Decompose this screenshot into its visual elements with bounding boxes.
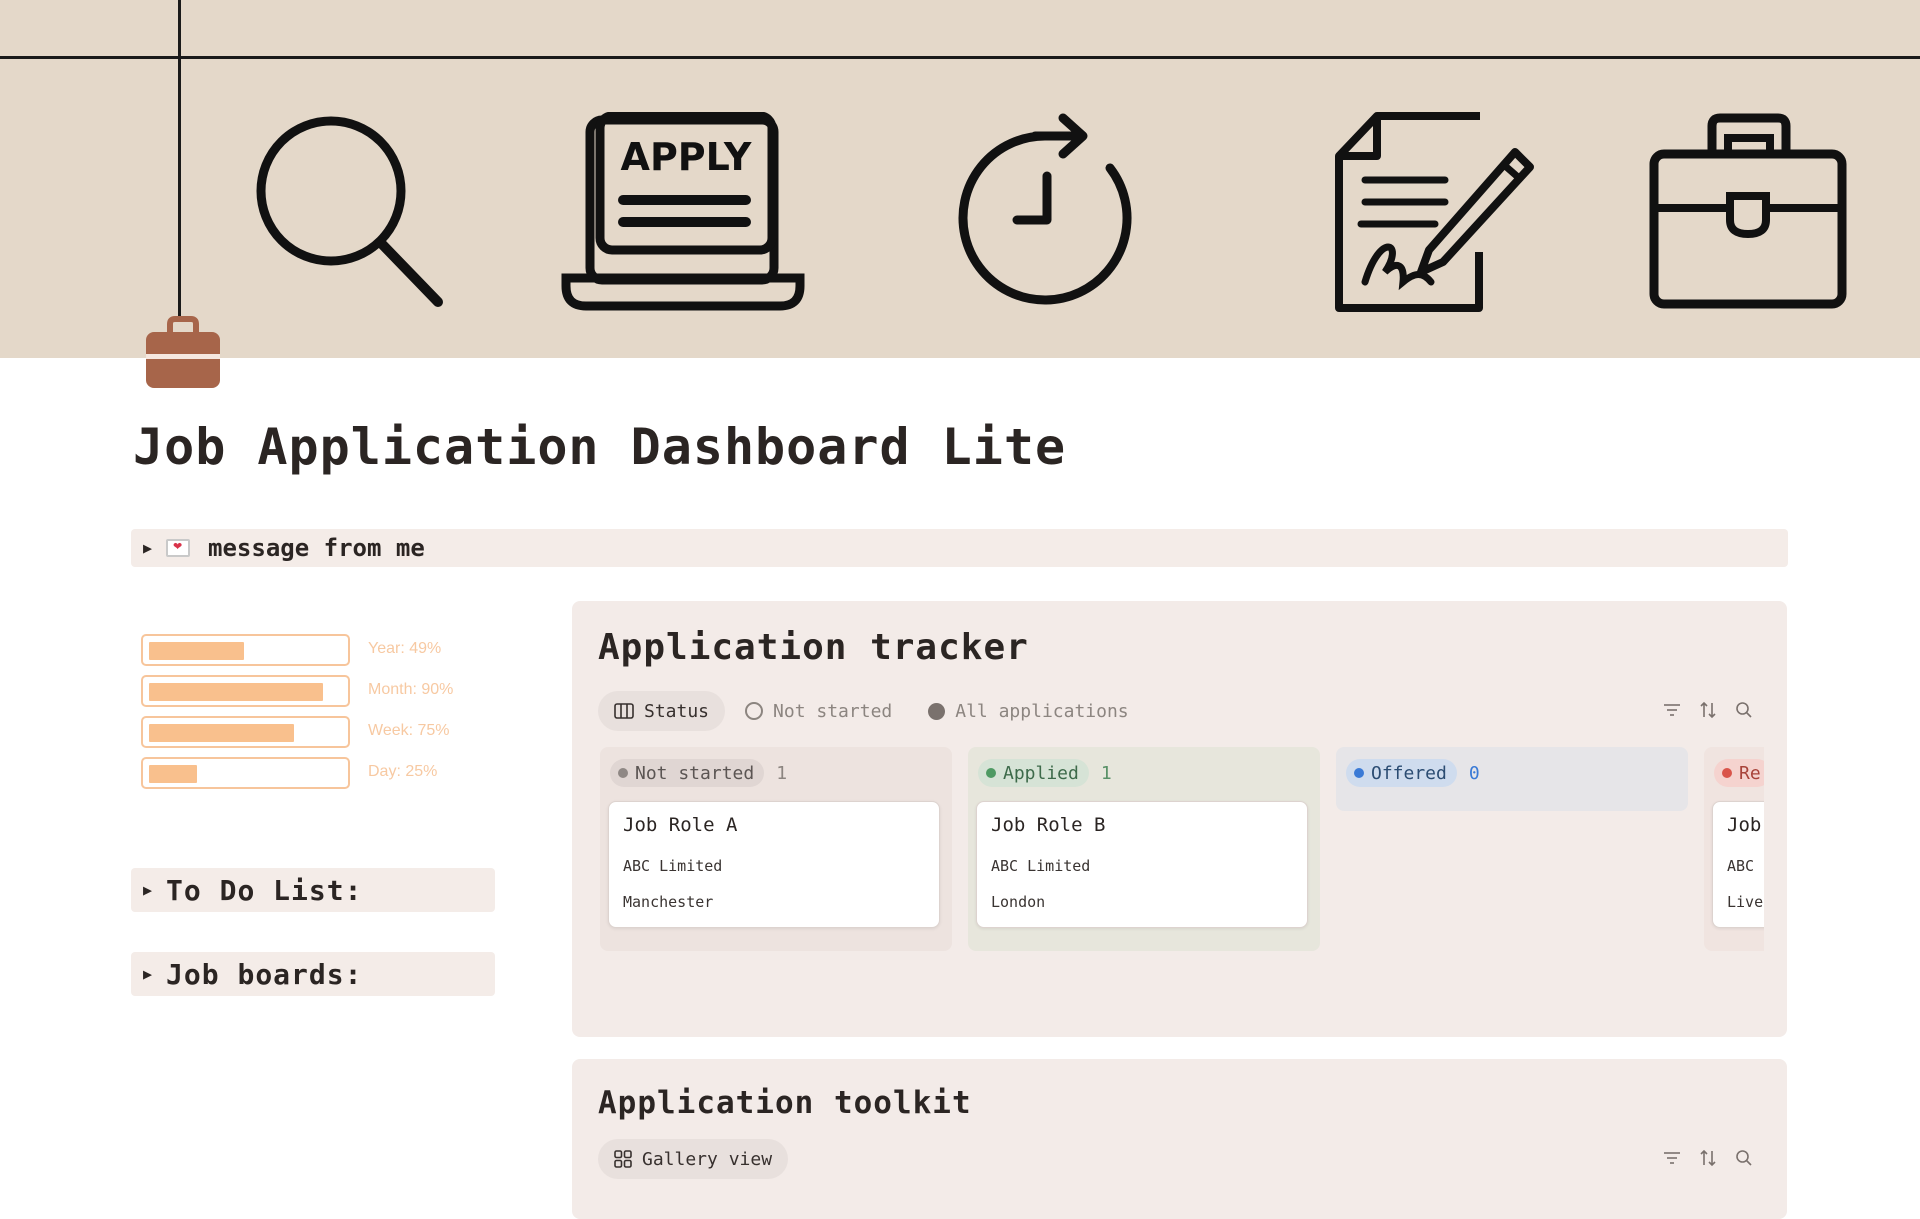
job-company: ABC Limited — [623, 857, 723, 875]
progress-label: Year: 49% — [368, 640, 442, 657]
status-badge: Re — [1714, 759, 1764, 787]
toolkit-title[interactable]: Application toolkit — [598, 1085, 972, 1121]
progress-week: Week: 75% — [141, 716, 481, 750]
tab-label: Gallery view — [642, 1148, 773, 1170]
application-toolkit-panel: Application toolkit Gallery view — [572, 1059, 1787, 1219]
page-title: Job Application Dashboard Lite — [133, 418, 1067, 476]
column-header[interactable]: Re — [1714, 759, 1764, 787]
filter-icon[interactable] — [1663, 1149, 1681, 1167]
column-header[interactable]: Applied 1 — [978, 759, 1112, 787]
sort-icon[interactable] — [1699, 701, 1717, 719]
search-icon[interactable] — [1735, 1149, 1753, 1167]
board-column-applied: Applied 1 Job Role B ABC Limited London — [968, 747, 1320, 951]
board-column-rejected: Re Job ABC Live — [1704, 747, 1764, 951]
gallery-grid-icon — [614, 1150, 632, 1168]
job-company: ABC — [1727, 857, 1755, 875]
cover-banner: APPLY — [0, 0, 1920, 358]
job-company: ABC Limited — [991, 857, 1091, 875]
tab-not-started[interactable]: Not started — [729, 691, 908, 731]
progress-month: Month: 90% — [141, 675, 481, 709]
tab-status[interactable]: Status — [598, 691, 726, 731]
love-letter-icon — [166, 539, 191, 557]
board-column-not-started: Not started 1 Job Role A ABC Limited Man… — [600, 747, 952, 951]
progress-fill — [149, 642, 244, 660]
job-boards-toggle[interactable]: ▶ Job boards: — [131, 952, 495, 996]
search-icon[interactable] — [1735, 701, 1753, 719]
job-card[interactable]: Job Role B ABC Limited London — [976, 801, 1308, 928]
tracker-view-tabs: Status Not started All applications — [598, 691, 1149, 731]
filter-icon[interactable] — [1663, 701, 1681, 719]
todo-list-toggle[interactable]: ▶ To Do List: — [131, 868, 495, 912]
clock-refresh-icon — [955, 112, 1155, 312]
status-badge: Not started — [610, 759, 765, 787]
tab-label: Status — [644, 700, 710, 722]
cover-line-horizontal — [0, 56, 1920, 59]
column-header[interactable]: Offered 0 — [1346, 759, 1480, 787]
progress-fill — [149, 765, 197, 783]
progress-label: Month: 90% — [368, 681, 454, 698]
column-count: 1 — [1100, 762, 1112, 784]
todo-list-label: To Do List: — [166, 873, 363, 907]
progress-day: Day: 25% — [141, 757, 481, 791]
application-tracker-panel: Application tracker Status Not started A… — [572, 601, 1787, 1037]
sort-icon[interactable] — [1699, 1149, 1717, 1167]
tracker-tools — [1663, 701, 1753, 719]
tab-label: All applications — [955, 700, 1129, 722]
column-count: 1 — [776, 762, 788, 784]
job-card[interactable]: Job Role A ABC Limited Manchester — [608, 801, 940, 928]
board-column-offered: Offered 0 — [1336, 747, 1688, 811]
progress-label: Week: 75% — [368, 722, 450, 739]
page-briefcase-icon[interactable] — [144, 316, 222, 390]
toggle-triangle-icon[interactable]: ▶ — [143, 965, 152, 983]
progress-track — [141, 757, 350, 789]
circle-filled-icon — [928, 702, 946, 720]
tracker-title[interactable]: Application tracker — [598, 627, 1029, 668]
toggle-triangle-icon[interactable]: ▶ — [143, 881, 152, 899]
job-card[interactable]: Job ABC Live — [1712, 801, 1764, 928]
progress-fill — [149, 683, 323, 701]
progress-fill — [149, 724, 294, 742]
progress-track — [141, 716, 350, 748]
status-badge: Applied — [978, 759, 1089, 787]
cover-line-vertical — [178, 0, 181, 322]
tab-label: Not started — [773, 700, 893, 722]
job-city: Live — [1727, 893, 1764, 911]
job-boards-label: Job boards: — [166, 957, 363, 991]
apply-laptop-icon: APPLY — [560, 112, 810, 312]
job-role: Job — [1727, 814, 1762, 836]
message-toggle[interactable]: ▶ message from me — [131, 529, 1788, 567]
column-header[interactable]: Not started 1 — [610, 759, 787, 787]
status-badge: Offered — [1346, 759, 1457, 787]
tab-gallery-view[interactable]: Gallery view — [598, 1139, 789, 1179]
toolkit-view-tabs: Gallery view — [598, 1139, 792, 1179]
briefcase-icon — [1648, 112, 1848, 312]
job-role: Job Role A — [623, 814, 738, 836]
message-toggle-label: message from me — [208, 534, 425, 562]
job-city: Manchester — [623, 893, 714, 911]
column-count: 0 — [1468, 762, 1480, 784]
status-board: Not started 1 Job Role A ABC Limited Man… — [600, 747, 1764, 1037]
toolkit-tools — [1663, 1149, 1753, 1167]
search-icon — [250, 112, 450, 312]
progress-track — [141, 634, 350, 666]
toggle-triangle-icon[interactable]: ▶ — [143, 539, 152, 557]
tab-all-applications[interactable]: All applications — [912, 691, 1144, 731]
board-columns-icon — [614, 703, 634, 719]
progress-year: Year: 49% — [141, 634, 481, 668]
progress-track — [141, 675, 350, 707]
job-role: Job Role B — [991, 814, 1106, 836]
job-city: London — [991, 893, 1046, 911]
circle-outline-icon — [745, 702, 764, 720]
progress-label: Day: 25% — [368, 763, 438, 780]
contract-signature-icon — [1335, 112, 1535, 312]
apply-text: APPLY — [621, 135, 752, 179]
